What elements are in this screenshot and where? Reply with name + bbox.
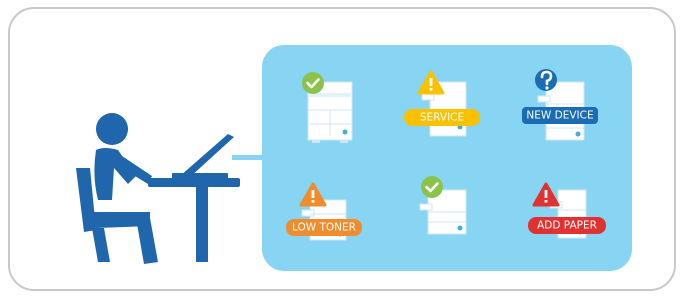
printer-1	[302, 72, 353, 143]
person-at-laptop-icon	[76, 113, 240, 264]
check-icon	[421, 176, 443, 198]
check-icon	[302, 72, 324, 94]
question-icon	[535, 69, 557, 91]
add-paper-label: ADD PAPER	[537, 220, 597, 232]
low-toner-label: LOW TONER	[292, 222, 356, 234]
service-badge: SERVICE	[404, 109, 480, 126]
scene: SERVICE NEW DEVICE LOW TONER ADD PAPER	[0, 0, 688, 298]
add-paper-badge: ADD PAPER	[528, 217, 606, 234]
illustration: SERVICE NEW DEVICE LOW TONER ADD PAPER	[76, 45, 632, 271]
new-device-badge: NEW DEVICE	[522, 107, 598, 124]
service-label: SERVICE	[420, 112, 464, 124]
low-toner-badge: LOW TONER	[286, 219, 362, 236]
new-device-label: NEW DEVICE	[526, 110, 593, 122]
